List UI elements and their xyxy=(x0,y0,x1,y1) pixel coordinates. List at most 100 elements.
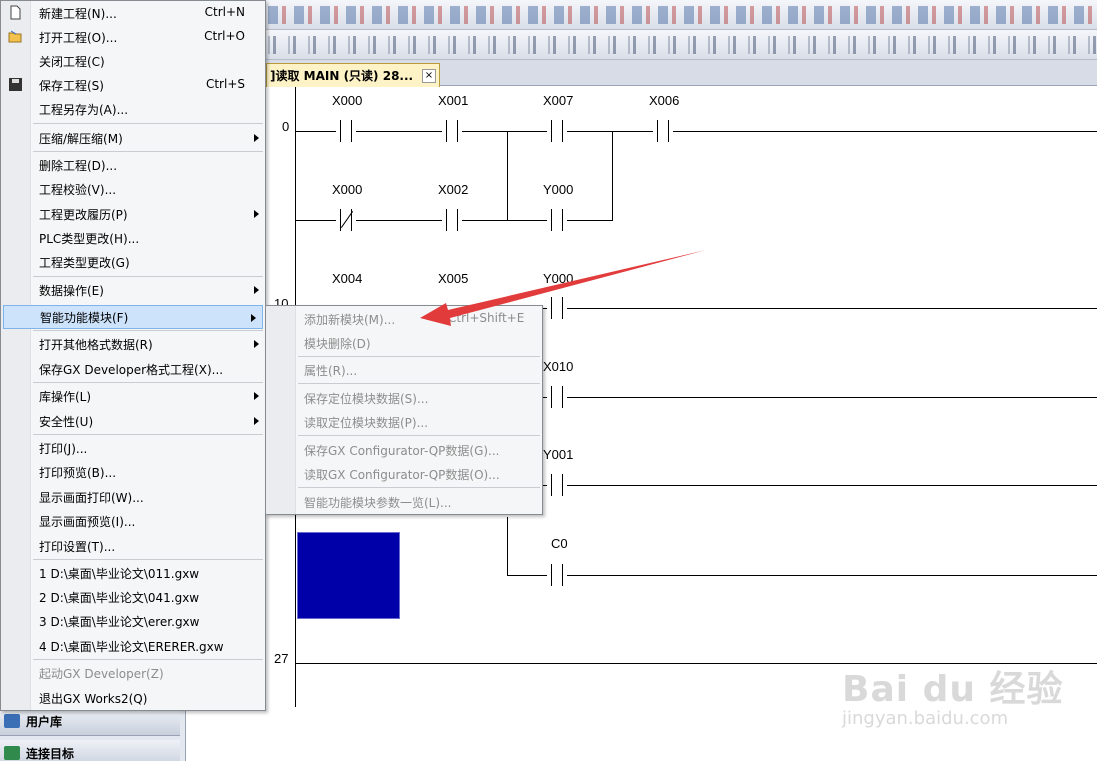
menu-item-verify-project[interactable]: 工程校验(V)... xyxy=(1,177,265,201)
menu-item-print-screen[interactable]: 显示画面打印(W)... xyxy=(1,485,265,509)
submenu-item-add-module: 添加新模块(M)... Ctrl+Shift+E xyxy=(304,311,525,327)
submenu-arrow-icon xyxy=(254,392,259,400)
nav-label: 连接目标 xyxy=(26,747,75,761)
branch-line xyxy=(507,131,508,220)
menu-item-recent-file[interactable]: 1 D:\桌面\毕业论文\011.gxw xyxy=(1,561,265,585)
menu-item-intelligent-module[interactable]: 智能功能模块(F) xyxy=(3,305,263,329)
menu-separator xyxy=(298,356,540,357)
menu-item-open-other-format[interactable]: 打开其他格式数据(R) xyxy=(1,332,265,356)
submenu-arrow-icon xyxy=(254,340,259,348)
ladder-symbol-icons[interactable] xyxy=(268,36,1097,54)
nav-label: 用户库 xyxy=(26,715,63,729)
rung-line xyxy=(543,485,1097,486)
branch-line xyxy=(507,517,508,575)
submenu-item-read-configurator: 读取GX Configurator-QP数据(O)... xyxy=(304,468,500,482)
menu-item-start-gx-developer: 起动GX Developer(Z) xyxy=(39,667,164,681)
menu-item-plc-type-change[interactable]: PLC类型更改(H)... xyxy=(1,226,265,250)
menu-item-save-project[interactable]: 保存工程(S) Ctrl+S xyxy=(1,73,265,97)
menu-separator xyxy=(33,434,263,435)
menu-item-print-setup[interactable]: 打印设置(T)... xyxy=(1,534,265,558)
step-number: 27 xyxy=(274,651,289,666)
menu-separator xyxy=(298,435,540,436)
menu-separator xyxy=(33,659,263,660)
nav-user-library[interactable]: 用户库 xyxy=(0,708,180,736)
new-file-icon xyxy=(10,5,21,20)
contact-label: X000 xyxy=(332,182,363,197)
contact-label: X001 xyxy=(438,93,469,108)
contact-no[interactable] xyxy=(336,120,356,142)
step-number: 0 xyxy=(282,119,290,134)
submenu-item-save-configurator: 保存GX Configurator-QP数据(G)... xyxy=(304,444,500,458)
submenu-item-parameter-list: 智能功能模块参数一览(L)... xyxy=(304,496,452,510)
rung-line xyxy=(295,131,1097,132)
cursor-block[interactable] xyxy=(297,532,400,619)
menu-item-save-as[interactable]: 工程另存为(A)... xyxy=(1,97,265,121)
menu-item-security[interactable]: 安全性(U) xyxy=(1,409,265,433)
menu-item-project-type-change[interactable]: 工程类型更改(G) xyxy=(1,250,265,274)
rung-line xyxy=(543,397,1097,398)
menu-separator xyxy=(33,151,263,152)
menu-item-print[interactable]: 打印(J)... xyxy=(1,436,265,460)
contact-no[interactable] xyxy=(547,120,567,142)
submenu-item-read-positioning: 读取定位模块数据(P)... xyxy=(304,416,429,430)
menu-separator xyxy=(33,382,263,383)
menu-item-print-preview[interactable]: 打印预览(B)... xyxy=(1,460,265,484)
contact-no[interactable] xyxy=(547,564,567,586)
menu-item-library[interactable]: 库操作(L) xyxy=(1,384,265,408)
submenu-item-delete-module: 模块删除(D) xyxy=(304,337,371,351)
watermark-brand: Bai du 经验 xyxy=(842,669,1064,710)
menu-item-exit[interactable]: 退出GX Works2(Q) xyxy=(1,686,265,710)
contact-label: X004 xyxy=(332,271,363,286)
contact-no[interactable] xyxy=(547,209,567,231)
contact-label: X005 xyxy=(438,271,469,286)
contact-no[interactable] xyxy=(653,120,673,142)
contact-no[interactable] xyxy=(547,297,567,319)
menu-item-close-project[interactable]: 关闭工程(C) xyxy=(1,49,265,73)
menu-item-screen-preview[interactable]: 显示画面预览(I)... xyxy=(1,509,265,533)
contact-no[interactable] xyxy=(442,120,462,142)
rung-line xyxy=(507,575,1097,576)
menu-separator xyxy=(33,276,263,277)
submenu-arrow-icon xyxy=(251,314,256,322)
menu-separator xyxy=(298,383,540,384)
contact-label: C0 xyxy=(551,536,568,551)
menu-item-recent-file[interactable]: 4 D:\桌面\毕业论文\ERERER.gxw xyxy=(1,634,265,658)
library-icon xyxy=(4,714,20,728)
close-icon[interactable]: × xyxy=(422,68,436,83)
contact-label: Y001 xyxy=(543,447,574,462)
submenu-item-properties: 属性(R)... xyxy=(304,364,358,378)
toolbar-icons[interactable] xyxy=(268,6,1097,24)
menu-separator xyxy=(33,123,263,124)
intelligent-module-submenu: 添加新模块(M)... Ctrl+Shift+E 模块删除(D) 属性(R)...… xyxy=(265,305,543,515)
contact-label: X000 xyxy=(332,93,363,108)
save-disk-icon xyxy=(9,78,22,91)
contact-label: X010 xyxy=(543,359,574,374)
menu-item-data-operation[interactable]: 数据操作(E) xyxy=(1,278,265,302)
menu-item-new-project[interactable]: 新建工程(N)... Ctrl+N xyxy=(1,1,265,25)
submenu-arrow-icon xyxy=(254,134,259,142)
menu-item-open-project[interactable]: 打开工程(O)... Ctrl+O xyxy=(1,25,265,49)
menu-separator xyxy=(298,487,540,488)
menu-item-recent-file[interactable]: 2 D:\桌面\毕业论文\041.gxw xyxy=(1,585,265,609)
menu-item-recent-file[interactable]: 3 D:\桌面\毕业论文\erer.gxw xyxy=(1,609,265,633)
contact-label: X007 xyxy=(543,93,574,108)
submenu-arrow-icon xyxy=(254,210,259,218)
submenu-arrow-icon xyxy=(254,417,259,425)
menu-item-compress[interactable]: 压缩/解压缩(M) xyxy=(1,126,265,150)
menu-item-delete-project[interactable]: 删除工程(D)... xyxy=(1,153,265,177)
branch-line xyxy=(612,131,613,220)
submenu-item-save-positioning: 保存定位模块数据(S)... xyxy=(304,392,429,406)
file-menu: 新建工程(N)... Ctrl+N 打开工程(O)... Ctrl+O 关闭工程(C… xyxy=(0,0,266,711)
menu-separator xyxy=(33,330,263,331)
contact-no[interactable] xyxy=(442,209,462,231)
nav-connection-target[interactable]: 连接目标 xyxy=(0,740,180,761)
document-tab-title: ]读取 MAIN (只读) 28... xyxy=(270,69,414,83)
open-folder-icon xyxy=(8,30,22,43)
contact-nc[interactable] xyxy=(336,209,356,231)
document-tab[interactable]: ]读取 MAIN (只读) 28... × xyxy=(266,63,440,87)
contact-no[interactable] xyxy=(547,386,567,408)
menu-item-change-history[interactable]: 工程更改履历(P) xyxy=(1,202,265,226)
menu-item-save-gx-developer[interactable]: 保存GX Developer格式工程(X)... xyxy=(1,357,265,381)
baidu-watermark: Bai du 经验 jingyan.baidu.com xyxy=(842,660,1064,729)
contact-no[interactable] xyxy=(547,474,567,496)
